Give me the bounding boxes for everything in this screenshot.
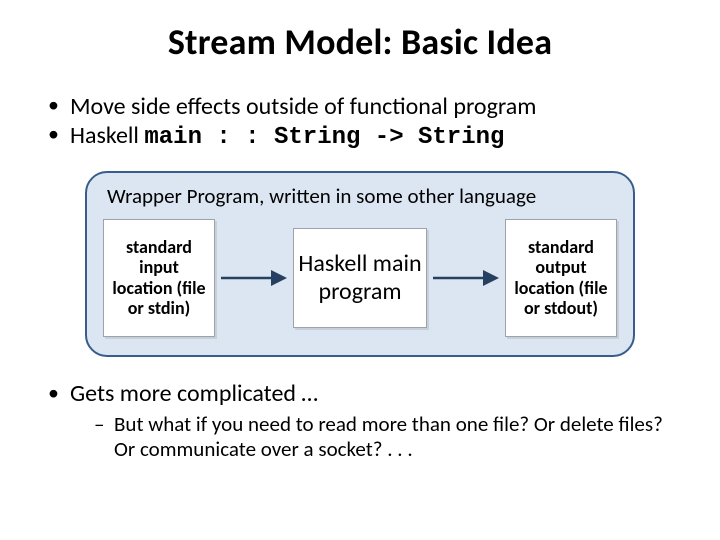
bullet-item: Move side effects outside of functional …: [46, 92, 674, 121]
arrow-icon: [219, 258, 289, 298]
bullet-item: Haskell main : : String -> String: [46, 121, 674, 152]
bullet-text: Move side effects outside of functional …: [70, 92, 536, 121]
diagram-row: standard input location (file or stdin) …: [103, 219, 617, 337]
wrapper-program-label: Wrapper Program, written in some other l…: [103, 183, 617, 209]
code-signature: main : : String -> String: [144, 124, 504, 151]
sub-bullet-list: But what if you need to read more than o…: [70, 412, 674, 463]
arrow-icon: [431, 258, 501, 298]
bullet-list-top: Move side effects outside of functional …: [46, 92, 674, 153]
bullet-text: Gets more complicated …: [70, 379, 318, 408]
input-box: standard input location (file or stdin): [103, 219, 215, 337]
sub-bullet-item: But what if you need to read more than o…: [70, 412, 674, 463]
wrapper-diagram: Wrapper Program, written in some other l…: [85, 171, 635, 357]
output-box: standard output location (file or stdout…: [505, 219, 617, 337]
slide-title: Stream Model: Basic Idea: [46, 20, 674, 64]
bullet-list-bottom: Gets more complicated … But what if you …: [46, 379, 674, 463]
haskell-program-box: Haskell main program: [293, 228, 427, 328]
bullet-text: Haskell: [70, 121, 144, 150]
bullet-item: Gets more complicated … But what if you …: [46, 379, 674, 463]
